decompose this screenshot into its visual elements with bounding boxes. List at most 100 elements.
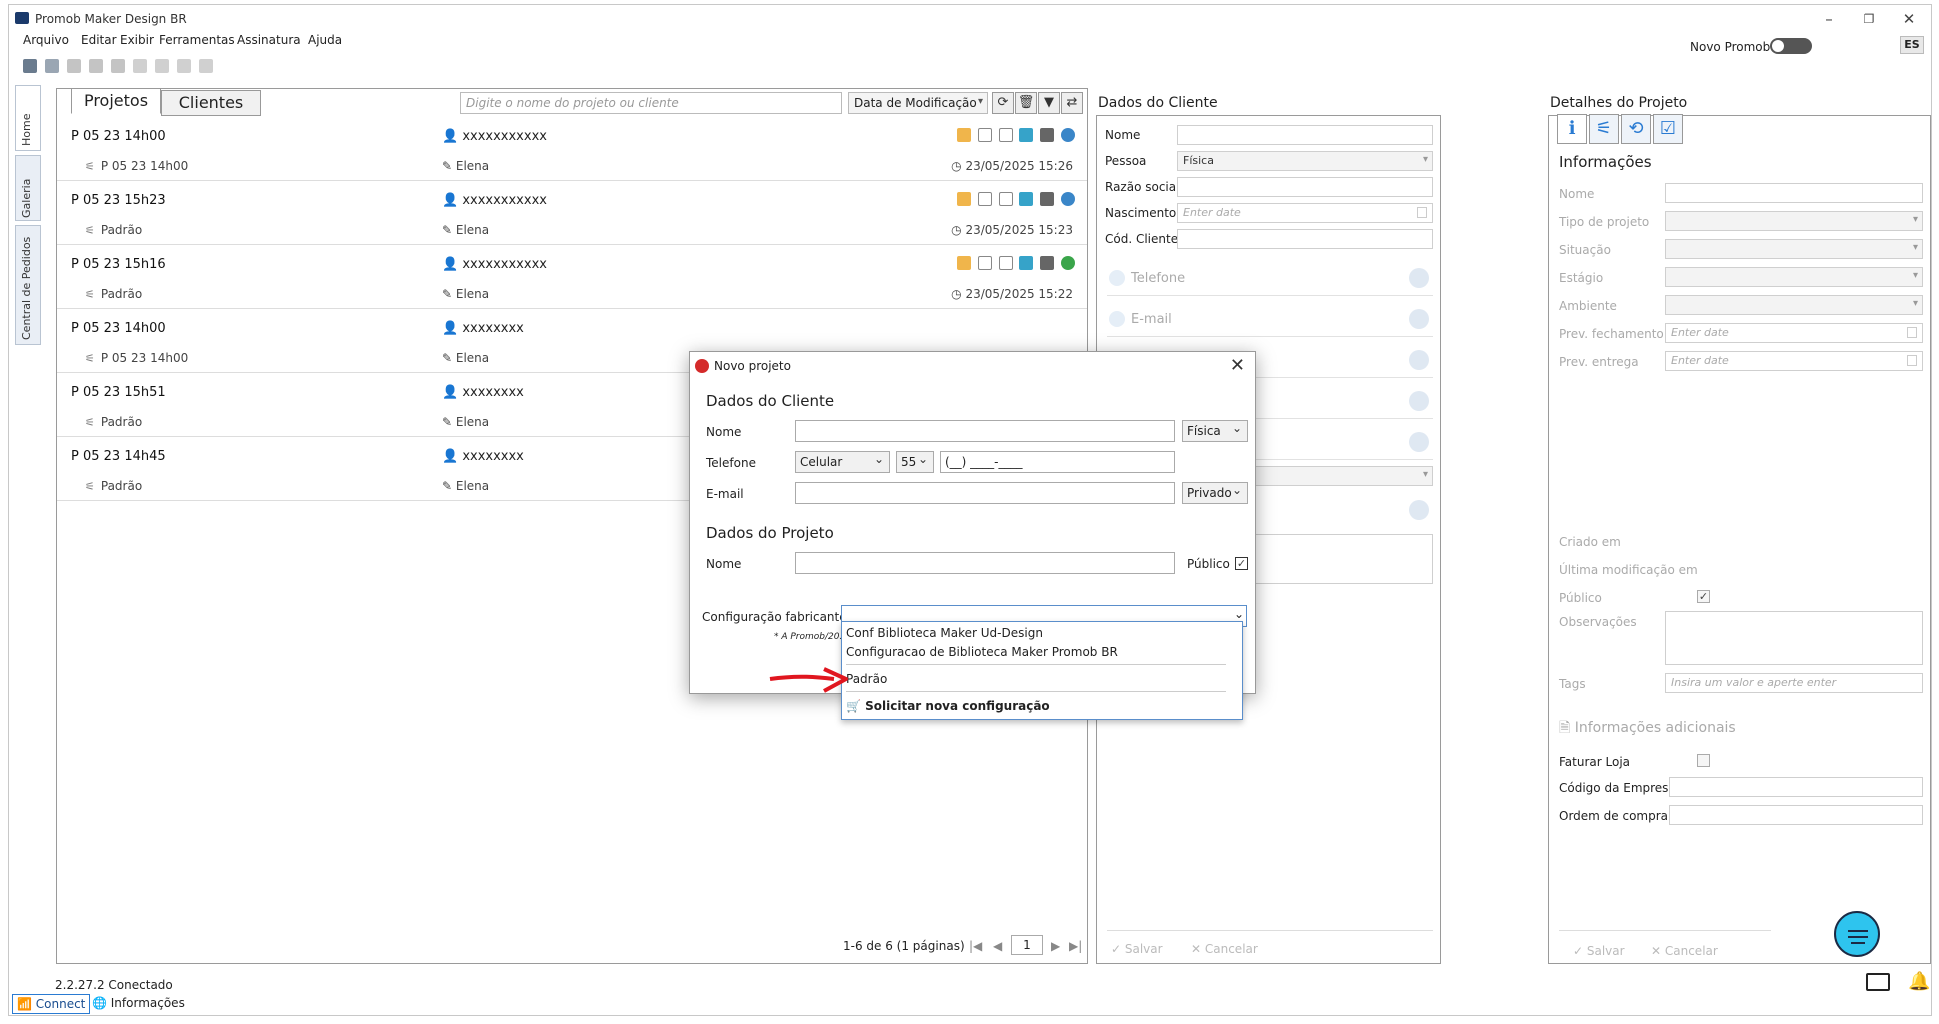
close-window-button[interactable]: ✕ bbox=[1893, 9, 1925, 29]
side-tab-galeria[interactable]: Galeria bbox=[15, 155, 41, 221]
project-search-input[interactable]: Digite o nome do projeto ou cliente bbox=[460, 92, 842, 114]
detail-tipo-select[interactable] bbox=[1665, 211, 1923, 231]
ordem-compra-input[interactable] bbox=[1669, 805, 1923, 825]
folder-icon[interactable] bbox=[956, 127, 971, 142]
restore-button[interactable]: ❐ bbox=[1853, 9, 1885, 29]
filter-icon[interactable]: ▼ bbox=[1038, 92, 1060, 114]
export-icon[interactable] bbox=[998, 191, 1013, 206]
config-option-padrao[interactable]: Padrão bbox=[846, 672, 887, 686]
screen-share-icon[interactable] bbox=[1866, 973, 1890, 991]
novo-promob-toggle[interactable] bbox=[1770, 38, 1812, 54]
side-tab-home[interactable]: Home bbox=[15, 85, 41, 151]
swap-icon[interactable]: ⇄ bbox=[1061, 92, 1083, 114]
copy-icon[interactable] bbox=[977, 127, 992, 142]
paste-icon[interactable] bbox=[177, 59, 191, 73]
delete-icon[interactable] bbox=[1040, 127, 1055, 142]
project-row[interactable]: P 05 23 14h00 ⚟ P 05 23 14h00 👤 xxxxxxxxx… bbox=[57, 117, 1087, 181]
faturar-checkbox[interactable] bbox=[1697, 754, 1710, 767]
detail-ambiente-select[interactable] bbox=[1665, 295, 1923, 315]
config-option[interactable]: Conf Biblioteca Maker Ud-Design bbox=[846, 626, 1043, 640]
dialog-nome-input[interactable] bbox=[795, 420, 1175, 442]
dialog-project-nome-input[interactable] bbox=[795, 552, 1175, 574]
side-tab-central[interactable]: Central de Pedidos bbox=[15, 225, 41, 345]
phone-code-select[interactable]: 55 bbox=[896, 451, 934, 473]
share-icon[interactable] bbox=[1019, 191, 1034, 206]
detail-entrega-input[interactable]: Enter date bbox=[1665, 351, 1923, 371]
chevron-down-icon[interactable]: ⌄ bbox=[1234, 607, 1244, 621]
export-icon[interactable] bbox=[998, 255, 1013, 270]
menu-ferramentas[interactable]: Ferramentas bbox=[159, 33, 235, 47]
share-icon[interactable] bbox=[1019, 255, 1034, 270]
save-as-icon[interactable] bbox=[45, 59, 59, 73]
client-cod-input[interactable] bbox=[1177, 229, 1433, 249]
dialog-publico-checkbox[interactable]: ✓ bbox=[1235, 557, 1248, 570]
delete-icon[interactable] bbox=[1040, 255, 1055, 270]
redo-icon[interactable] bbox=[111, 59, 125, 73]
sort-dropdown[interactable]: Data de Modificação bbox=[848, 92, 988, 114]
client-save-button[interactable]: ✓ Salvar bbox=[1111, 942, 1163, 956]
delete-icon[interactable] bbox=[1040, 191, 1055, 206]
cut-icon[interactable] bbox=[133, 59, 147, 73]
menu-editar[interactable]: Editar bbox=[81, 33, 117, 47]
menu-assinatura[interactable]: Assinatura bbox=[237, 33, 301, 47]
client-notes-area[interactable] bbox=[1247, 534, 1433, 584]
client-cancel-button[interactable]: ✕ Cancelar bbox=[1191, 942, 1258, 956]
menu-exibir[interactable]: Exibir bbox=[120, 33, 154, 47]
email-section[interactable]: E-mail bbox=[1107, 303, 1433, 337]
detail-estagio-select[interactable] bbox=[1665, 267, 1923, 287]
history-tab-icon[interactable]: ⟲ bbox=[1621, 114, 1651, 144]
client-razao-input[interactable] bbox=[1177, 177, 1433, 197]
detail-nome-input[interactable] bbox=[1665, 183, 1923, 203]
bell-icon[interactable]: 🔔 bbox=[1908, 971, 1930, 992]
next-page-icon[interactable]: ▶ bbox=[1051, 939, 1060, 953]
undo-icon[interactable] bbox=[89, 59, 103, 73]
share-icon[interactable] bbox=[1019, 127, 1034, 142]
detail-situacao-select[interactable] bbox=[1665, 239, 1923, 259]
config-option[interactable]: Configuracao de Biblioteca Maker Promob … bbox=[846, 645, 1118, 659]
checklist-tab-icon[interactable]: ☑ bbox=[1653, 114, 1683, 144]
language-badge[interactable]: ES bbox=[1900, 36, 1924, 54]
add-circle-icon[interactable] bbox=[1409, 391, 1429, 411]
details-cancel-button[interactable]: ✕ Cancelar bbox=[1651, 944, 1718, 958]
trash-icon[interactable]: 🗑 bbox=[1015, 92, 1037, 114]
calendar-icon[interactable] bbox=[1907, 355, 1917, 366]
print-icon[interactable] bbox=[67, 59, 81, 73]
add-circle-icon[interactable] bbox=[1409, 268, 1429, 288]
info-button[interactable]: 🌐 Informações bbox=[88, 994, 189, 1014]
project-row[interactable]: P 05 23 15h16 ⚟ Padrão 👤 xxxxxxxxxxx ✎ El… bbox=[57, 245, 1087, 309]
folder-icon[interactable] bbox=[956, 191, 971, 206]
publico-checkbox[interactable]: ✓ bbox=[1697, 590, 1710, 603]
calendar-icon[interactable] bbox=[1417, 207, 1427, 218]
folder-icon[interactable] bbox=[956, 255, 971, 270]
menu-ajuda[interactable]: Ajuda bbox=[308, 33, 342, 47]
codigo-empresa-input[interactable] bbox=[1669, 777, 1923, 797]
save-icon[interactable] bbox=[23, 59, 37, 73]
copy-icon[interactable] bbox=[977, 255, 992, 270]
detail-fechamento-input[interactable]: Enter date bbox=[1665, 323, 1923, 343]
client-select[interactable] bbox=[1247, 466, 1433, 486]
dialog-pessoa-select[interactable]: Física bbox=[1182, 420, 1248, 442]
last-page-icon[interactable]: ▶| bbox=[1069, 939, 1082, 953]
export-icon[interactable] bbox=[998, 127, 1013, 142]
calendar-icon[interactable] bbox=[1907, 327, 1917, 338]
dialog-close-icon[interactable]: ✕ bbox=[1230, 355, 1245, 376]
email-privacy-select[interactable]: Privado bbox=[1182, 482, 1248, 504]
copy-icon[interactable] bbox=[977, 191, 992, 206]
refresh-icon[interactable]: ⟳ bbox=[992, 92, 1014, 114]
telefone-section[interactable]: Telefone bbox=[1107, 262, 1433, 296]
menu-arquivo[interactable]: Arquivo bbox=[23, 33, 69, 47]
request-config-option[interactable]: 🛒 Solicitar nova configuração bbox=[846, 699, 1050, 713]
tags-input[interactable]: Insira um valor e aperte enter bbox=[1665, 673, 1923, 693]
phone-number-input[interactable]: (__) ____-____ bbox=[940, 451, 1175, 473]
prev-page-icon[interactable]: ◀ bbox=[993, 939, 1002, 953]
tab-projetos[interactable]: Projetos bbox=[71, 88, 161, 114]
info-tab-icon[interactable]: ℹ bbox=[1557, 114, 1587, 144]
connect-button[interactable]: 📶 Connect bbox=[12, 994, 91, 1014]
tab-clientes[interactable]: Clientes bbox=[161, 90, 261, 116]
add-circle-icon[interactable] bbox=[1409, 500, 1429, 520]
observacoes-textarea[interactable] bbox=[1665, 611, 1923, 665]
details-save-button[interactable]: ✓ Salvar bbox=[1573, 944, 1625, 958]
dialog-email-input[interactable] bbox=[795, 482, 1175, 504]
minimize-button[interactable]: – bbox=[1813, 9, 1845, 29]
structure-tab-icon[interactable]: ⚟ bbox=[1589, 114, 1619, 144]
